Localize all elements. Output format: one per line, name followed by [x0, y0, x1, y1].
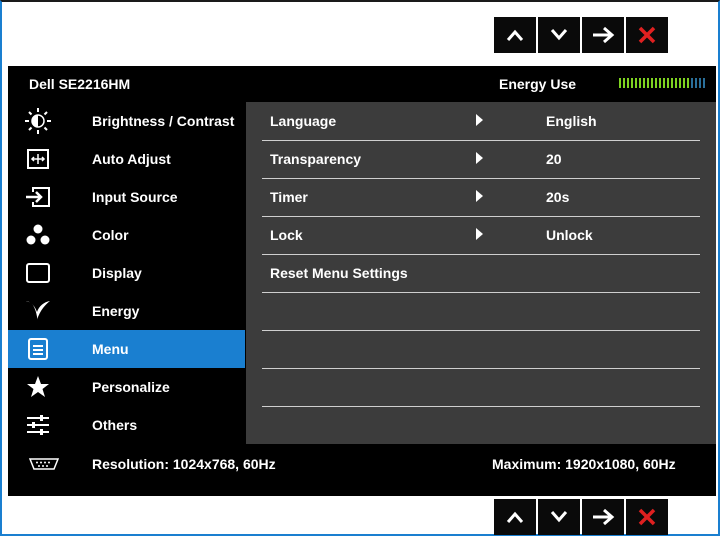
sidebar-item-others[interactable]: Others: [8, 406, 245, 444]
sliders-icon: [20, 406, 56, 444]
chevron-down-icon: [550, 511, 568, 523]
current-resolution: Resolution: 1024x768, 60Hz: [92, 456, 276, 472]
sidebar-item-label: Input Source: [92, 189, 178, 205]
chevron-up-icon: [506, 29, 524, 41]
status-bar: Resolution: 1024x768, 60Hz Maximum: 1920…: [8, 444, 716, 484]
setting-label: Language: [270, 113, 337, 129]
sidebar-item-display[interactable]: Display: [8, 254, 245, 292]
setting-row-timer[interactable]: Timer 20s: [262, 178, 700, 217]
setting-value: English: [546, 113, 597, 129]
up-button[interactable]: [494, 499, 536, 535]
energy-meter-segment: [643, 78, 645, 88]
chevron-down-icon: [550, 29, 568, 41]
energy-meter-segment: [695, 78, 697, 88]
auto-adjust-icon: [20, 140, 56, 178]
setting-value: 20: [546, 151, 562, 167]
setting-row-lock[interactable]: Lock Unlock: [262, 216, 700, 255]
sidebar-item-label: Display: [92, 265, 142, 281]
color-icon: [20, 216, 56, 254]
setting-label: Reset Menu Settings: [270, 265, 408, 281]
brightness-icon: [20, 102, 56, 140]
setting-label: Lock: [270, 227, 303, 243]
energy-meter-segment: [691, 78, 693, 88]
submenu-arrow-icon: [476, 152, 483, 164]
enter-button[interactable]: [582, 17, 624, 53]
energy-meter-segment: [663, 78, 665, 88]
close-icon: [638, 508, 656, 526]
setting-row-reset-menu[interactable]: Reset Menu Settings: [262, 254, 700, 293]
energy-meter-segment: [655, 78, 657, 88]
menu-settings-panel: Language English Transparency 20 Timer 2…: [246, 102, 716, 444]
energy-meter-segment: [675, 78, 677, 88]
setting-row-empty: [262, 368, 700, 407]
arrow-right-icon: [593, 508, 615, 526]
arrow-right-icon: [593, 26, 615, 44]
submenu-arrow-icon: [476, 114, 483, 126]
maximum-resolution: Maximum: 1920x1080, 60Hz: [492, 456, 676, 472]
energy-use-label: Energy Use: [499, 76, 577, 92]
setting-row-transparency[interactable]: Transparency 20: [262, 140, 700, 179]
submenu-arrow-icon: [476, 190, 483, 202]
energy-meter-segment: [647, 78, 649, 88]
energy-meter-segment: [671, 78, 673, 88]
energy-meter-segment: [679, 78, 681, 88]
up-button[interactable]: [494, 17, 536, 53]
sidebar-item-label: Auto Adjust: [92, 151, 171, 167]
down-button[interactable]: [538, 499, 580, 535]
sidebar-item-energy[interactable]: Energy: [8, 292, 245, 330]
energy-meter-segment: [703, 78, 705, 88]
setting-row-empty: [262, 330, 700, 369]
sidebar-item-label: Menu: [92, 341, 129, 357]
energy-meter-segment: [639, 78, 641, 88]
sidebar-item-brightness-contrast[interactable]: Brightness / Contrast: [8, 102, 245, 140]
setting-label: Timer: [270, 189, 308, 205]
model-name: Dell SE2216HM: [29, 76, 131, 92]
setting-label: Transparency: [270, 151, 362, 167]
sidebar-item-label: Energy: [92, 303, 140, 319]
close-icon: [638, 26, 656, 44]
energy-meter-segment: [667, 78, 669, 88]
setting-row-empty: [262, 292, 700, 331]
energy-meter-segment: [683, 78, 685, 88]
sidebar-item-auto-adjust[interactable]: Auto Adjust: [8, 140, 245, 178]
exit-button[interactable]: [626, 17, 668, 53]
bottom-nav-buttons: [494, 499, 668, 535]
sidebar-item-color[interactable]: Color: [8, 216, 245, 254]
energy-meter-segment: [635, 78, 637, 88]
enter-button[interactable]: [582, 499, 624, 535]
energy-meter-segment: [687, 78, 689, 88]
energy-use-meter: [619, 78, 707, 88]
sidebar-item-personalize[interactable]: Personalize: [8, 368, 245, 406]
energy-leaf-icon: [20, 292, 56, 330]
sidebar: Brightness / Contrast Auto Adjust Input …: [8, 102, 245, 444]
sidebar-item-label: Personalize: [92, 379, 170, 395]
setting-row-language[interactable]: Language English: [262, 102, 700, 141]
down-button[interactable]: [538, 17, 580, 53]
chevron-up-icon: [506, 511, 524, 523]
energy-meter-segment: [623, 78, 625, 88]
sidebar-item-input-source[interactable]: Input Source: [8, 178, 245, 216]
sidebar-item-label: Brightness / Contrast: [92, 113, 235, 129]
star-icon: [20, 368, 56, 406]
input-source-icon: [20, 178, 56, 216]
sidebar-item-label: Others: [92, 417, 138, 433]
energy-meter-segment: [619, 78, 621, 88]
submenu-arrow-icon: [476, 228, 483, 240]
display-icon: [20, 254, 56, 292]
energy-meter-segment: [659, 78, 661, 88]
sidebar-item-label: Color: [92, 227, 129, 243]
energy-meter-segment: [631, 78, 633, 88]
sidebar-item-menu[interactable]: Menu: [8, 330, 245, 368]
setting-value: 20s: [546, 189, 570, 205]
menu-icon: [20, 330, 56, 368]
osd-header: Dell SE2216HM Energy Use: [8, 66, 716, 102]
setting-value: Unlock: [546, 227, 593, 243]
osd-menu: Dell SE2216HM Energy Use Brightness / Co…: [8, 66, 716, 496]
energy-meter-segment: [627, 78, 629, 88]
energy-meter-segment: [651, 78, 653, 88]
exit-button[interactable]: [626, 499, 668, 535]
top-nav-buttons: [494, 17, 668, 53]
vga-connector-icon: [28, 456, 60, 475]
energy-meter-segment: [699, 78, 701, 88]
